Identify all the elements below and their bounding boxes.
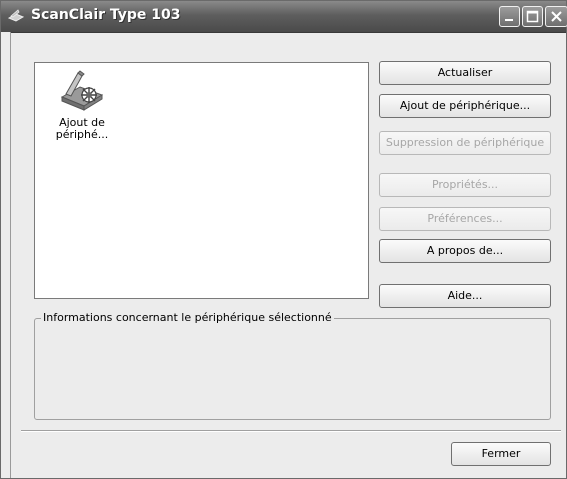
refresh-button[interactable]: Actualiser xyxy=(379,61,551,85)
maximize-icon xyxy=(526,10,539,23)
maximize-button[interactable] xyxy=(522,6,543,27)
add-device-button[interactable]: Ajout de périphérique... xyxy=(379,94,551,118)
footer-separator xyxy=(21,430,561,432)
scanner-add-icon xyxy=(60,70,104,111)
device-item-label: Ajout de périphé... xyxy=(55,116,109,141)
title-bar[interactable]: ScanClair Type 103 xyxy=(1,1,567,33)
device-list[interactable]: Ajout de périphé... xyxy=(34,62,369,299)
scanner-window: ScanClair Type 103 Ajout de périphé... A… xyxy=(0,0,567,479)
window-left-border xyxy=(1,32,11,478)
device-info-legend: Informations concernant le périphérique … xyxy=(41,311,334,324)
close-button[interactable]: Fermer xyxy=(451,442,551,466)
window-title: ScanClair Type 103 xyxy=(31,7,181,23)
minimize-button[interactable] xyxy=(499,6,520,27)
about-button[interactable]: A propos de... xyxy=(379,239,551,263)
help-button[interactable]: Aide... xyxy=(379,284,551,308)
preferences-button[interactable]: Préférences... xyxy=(379,207,551,231)
properties-button[interactable]: Propriétés... xyxy=(379,173,551,197)
close-icon xyxy=(551,11,562,22)
device-list-item-add[interactable]: Ajout de périphé... xyxy=(47,65,117,141)
device-info-group: Informations concernant le périphérique … xyxy=(34,311,551,420)
close-window-button[interactable] xyxy=(545,6,567,27)
remove-device-button[interactable]: Suppression de périphérique xyxy=(379,131,551,155)
minimize-icon xyxy=(505,19,513,21)
scanner-app-icon xyxy=(7,7,25,25)
